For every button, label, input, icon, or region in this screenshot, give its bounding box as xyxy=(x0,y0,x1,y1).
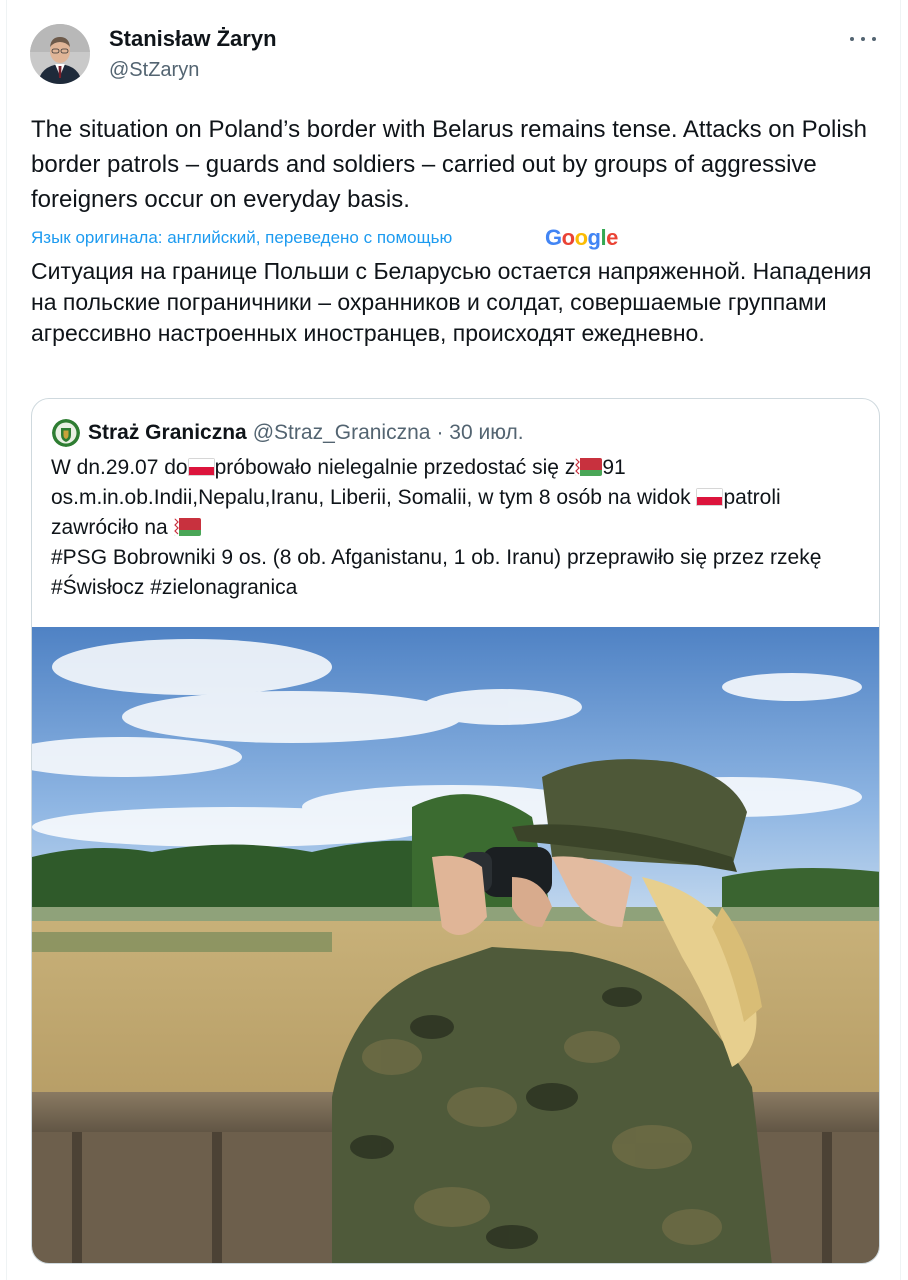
tweet-text: The situation on Poland’s border with Be… xyxy=(31,116,868,213)
author-handle[interactable]: @StZaryn xyxy=(109,58,199,82)
tweet-header: Stanisław Żaryn @StZaryn xyxy=(30,24,880,88)
quoted-author-name[interactable]: Straż Graniczna xyxy=(88,421,247,445)
flag-belarus-icon xyxy=(575,458,603,476)
quoted-text-part: W dn.29.07 do xyxy=(51,456,188,479)
flag-poland-icon xyxy=(187,458,215,476)
google-logo: Google xyxy=(545,225,618,250)
translation-note[interactable]: Язык оригинала: английский, переведено с… xyxy=(31,226,452,250)
translated-text: Ситуация на границе Польши с Беларусью о… xyxy=(31,258,872,346)
right-edge xyxy=(900,0,901,1280)
quoted-text-part: #PSG Bobrowniki 9 os. (8 ob. Afganistanu… xyxy=(51,546,822,599)
quoted-photo[interactable] xyxy=(32,627,880,1264)
quoted-date[interactable]: · 30 июл. xyxy=(436,421,523,445)
quoted-header: Straż Graniczna @Straz_Graniczna · 30 ию… xyxy=(52,419,524,447)
more-horizontal-icon[interactable] xyxy=(850,28,876,50)
author-name[interactable]: Stanisław Żaryn xyxy=(109,25,277,53)
avatar[interactable] xyxy=(30,24,90,84)
left-edge xyxy=(6,0,7,1280)
flag-belarus-icon xyxy=(173,518,201,536)
quoted-author-handle[interactable]: @Straz_Graniczna xyxy=(253,421,431,445)
quoted-tweet[interactable]: Straż Graniczna @Straz_Graniczna · 30 ию… xyxy=(31,398,880,1264)
border-guard-emblem-icon xyxy=(52,419,80,447)
flag-poland-icon xyxy=(696,488,724,506)
quoted-text-part: próbowało nielegalnie przedostać się z xyxy=(214,456,576,479)
quoted-text: W dn.29.07 do próbowało nielegalnie przed… xyxy=(51,453,871,603)
